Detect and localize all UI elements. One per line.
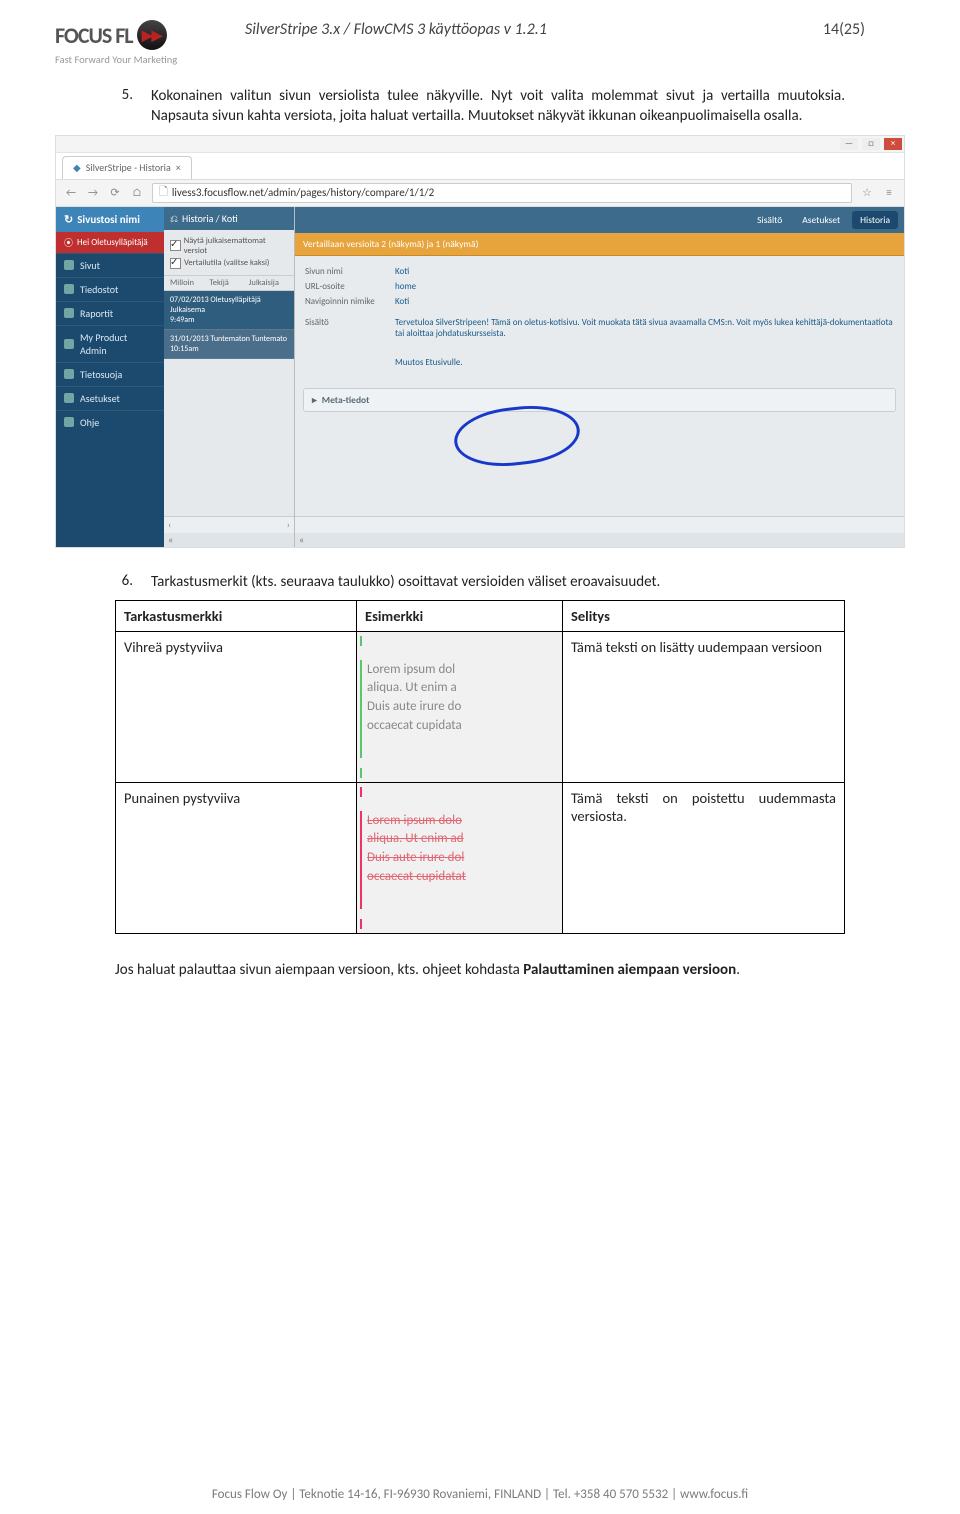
cell-label-green: Vihreä pystyviiva [116, 631, 357, 782]
tab-historia[interactable]: Historia [852, 211, 898, 229]
meta-accordion[interactable]: ▸Meta-tiedot [303, 388, 896, 412]
field-nav-nimike: Navigoinnin nimikeKoti [305, 296, 894, 307]
th-tarkastusmerkki: Tarkastusmerkki [116, 600, 357, 631]
window-close-button[interactable]: × [884, 138, 902, 150]
table-row: Punainen pystyviiva Lorem ipsum dolo ali… [116, 782, 845, 933]
doc-title: SilverStripe 3.x / FlowCMS 3 käyttöopas … [230, 20, 823, 39]
pages-icon [64, 260, 74, 270]
logo-icon: ▶▶ [137, 20, 167, 50]
hello-user: ⦿Hei Oletusylläpitäjä [56, 232, 164, 253]
history-row[interactable]: 31/01/2013 Tuntematon Tuntemato10:15am [164, 330, 294, 359]
cell-label-red: Punainen pystyviiva [116, 782, 357, 933]
green-bar-icon [360, 636, 362, 646]
url-value: livess3.focusflow.net/admin/pages/histor… [172, 186, 434, 199]
scrollbar[interactable] [295, 516, 904, 533]
window-max-button[interactable]: □ [862, 138, 880, 150]
site-name: ↻Sivustosi nimi [56, 207, 164, 232]
cell-desc-green: Tämä teksti on lisätty uudempaan versioo… [563, 631, 845, 782]
cell-example-red: Lorem ipsum dolo aliqua. Ut enim ad Duis… [357, 782, 563, 933]
checkbox-unpublished[interactable]: Näytä julkaisemattomat versiot [170, 236, 288, 256]
tab-sisalto[interactable]: Sisältö [749, 211, 790, 229]
footer-scroll[interactable]: « [164, 533, 294, 547]
tagline: Fast Forward Your Marketing [55, 53, 230, 66]
menu-icon[interactable]: ≡ [882, 186, 896, 199]
red-bar-icon [360, 811, 362, 909]
files-icon [64, 284, 74, 294]
browser-screenshot: — □ × ◆ SilverStripe - Historia × ← → ⟳ … [55, 135, 905, 548]
step-5: 5. Kokonainen valitun sivun versiolista … [115, 86, 845, 127]
field-sisalto: SisältöTervetuloa SilverStripeen! Tämä o… [305, 317, 894, 339]
browser-tabs: ◆ SilverStripe - Historia × [56, 153, 904, 180]
cell-desc-red: Tämä teksti on poistettu uudemmasta vers… [563, 782, 845, 933]
privacy-icon [64, 369, 74, 379]
sidebar-item-raportit[interactable]: Raportit [56, 301, 164, 325]
star-icon[interactable]: ☆ [860, 186, 874, 199]
field-url: URL-osoitehome [305, 281, 894, 292]
compare-main: Sisältö Asetukset Historia Vertaillaan v… [295, 207, 904, 547]
cell-example-green: Lorem ipsum dol aliqua. Ut enim a Duis a… [357, 631, 563, 782]
tab-asetukset[interactable]: Asetukset [794, 211, 848, 229]
checkbox-compare[interactable]: Vertailutila (valitse kaksi) [170, 258, 288, 269]
sidebar-item-product-admin[interactable]: My Product Admin [56, 325, 164, 362]
field-sivun-nimi: Sivun nimiKoti [305, 266, 894, 277]
logo: FOCUS FL ▶▶ [55, 20, 230, 50]
sidebar-item-tietosuoja[interactable]: Tietosuoja [56, 362, 164, 386]
red-bar-icon [360, 919, 362, 929]
browser-tab[interactable]: ◆ SilverStripe - Historia × [62, 156, 192, 179]
product-icon [64, 339, 74, 349]
chevron-right-icon: ▸ [312, 394, 317, 406]
cms-sidebar: ↻Sivustosi nimi ⦿Hei Oletusylläpitäjä Si… [56, 207, 164, 547]
url-input[interactable]: 🗋 livess3.focusflow.net/admin/pages/hist… [152, 183, 852, 203]
checkbox-icon [170, 258, 181, 269]
sidebar-item-asetukset[interactable]: Asetukset [56, 386, 164, 410]
page-counter: 14(25) [823, 20, 905, 39]
nav-reload-icon[interactable]: ⟳ [108, 186, 122, 199]
logo-block: FOCUS FL ▶▶ Fast Forward Your Marketing [55, 20, 230, 66]
breadcrumb: ⎌Historia / Koti [164, 207, 294, 230]
sidebar-item-tiedostot[interactable]: Tiedostot [56, 277, 164, 301]
footer-scroll[interactable]: « [295, 533, 904, 547]
reports-icon [64, 308, 74, 318]
window-titlebar: — □ × [56, 136, 904, 153]
tab-title: SilverStripe - Historia [86, 157, 171, 179]
doc-header: FOCUS FL ▶▶ Fast Forward Your Marketing … [55, 20, 905, 66]
nav-forward-icon[interactable]: → [86, 186, 100, 199]
table-row: Vihreä pystyviiva Lorem ipsum dol aliqua… [116, 631, 845, 782]
page-footer: Focus Flow Oy | Teknotie 14-16, FI-96930… [0, 1487, 960, 1502]
red-bar-icon [360, 787, 362, 797]
green-bar-icon [360, 660, 362, 758]
step-6: 6. Tarkastusmerkit (kts. seuraava tauluk… [115, 572, 845, 592]
th-esimerkki: Esimerkki [357, 600, 563, 631]
help-icon [64, 417, 74, 427]
browser-toolbar: ← → ⟳ ⌂ 🗋 livess3.focusflow.net/admin/pa… [56, 180, 904, 207]
field-change: Muutos Etusivulle. [305, 357, 894, 368]
step-5-text: Kokonainen valitun sivun versiolista tul… [151, 86, 845, 127]
sidebar-item-ohje[interactable]: Ohje [56, 410, 164, 434]
nav-home-icon[interactable]: ⌂ [130, 186, 144, 199]
compare-banner: Vertaillaan versioita 2 (näkymä) ja 1 (n… [295, 233, 904, 256]
step-6-text: Tarkastusmerkit (kts. seuraava taulukko)… [151, 572, 845, 592]
table-header-row: Tarkastusmerkki Esimerkki Selitys [116, 600, 845, 631]
final-note: Jos haluat palauttaa sivun aiempaan vers… [115, 960, 845, 980]
green-bar-icon [360, 768, 362, 778]
legend-table: Tarkastusmerkki Esimerkki Selitys Vihreä… [115, 600, 845, 934]
step-5-number: 5. [115, 86, 133, 127]
logo-text: FOCUS FL [55, 22, 133, 49]
window-min-button[interactable]: — [840, 138, 858, 150]
content-tabs: Sisältö Asetukset Historia [295, 207, 904, 233]
tab-close-icon[interactable]: × [176, 157, 181, 179]
sidebar-item-sivut[interactable]: Sivut [56, 253, 164, 277]
scrollbar[interactable]: ‹› [164, 516, 294, 533]
nav-back-icon[interactable]: ← [64, 186, 78, 199]
history-table-header: MilloinTekijäJulkaisija [164, 276, 294, 291]
history-panel: ⎌Historia / Koti Näytä julkaisemattomat … [164, 207, 295, 547]
th-selitys: Selitys [563, 600, 845, 631]
checkbox-icon [170, 240, 181, 251]
settings-icon [64, 393, 74, 403]
favicon-icon: ◆ [73, 157, 81, 179]
history-row[interactable]: 07/02/2013 Oletusylläpitäjä Julkaisema9:… [164, 291, 294, 330]
step-6-number: 6. [115, 572, 133, 592]
